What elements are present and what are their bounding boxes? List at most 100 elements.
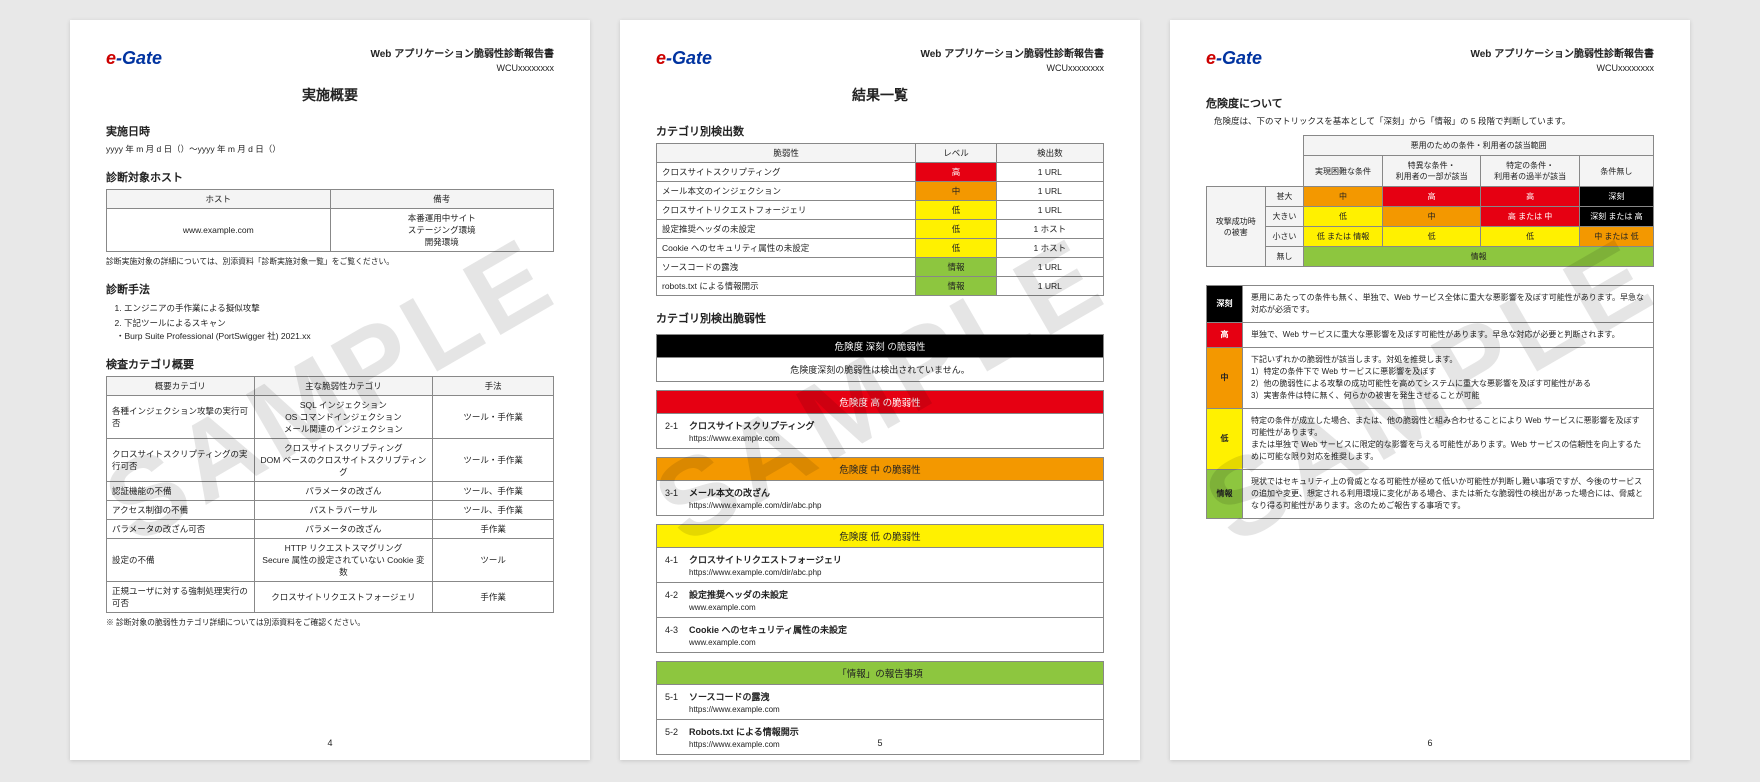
matrix-row-header: 無し bbox=[1265, 247, 1304, 267]
finding-number: 4-2 bbox=[665, 590, 689, 600]
cat-b: パストラバーサル bbox=[254, 501, 433, 520]
document-title: Web アプリケーション脆弱性診断報告書 bbox=[370, 48, 554, 62]
finding-row: 4-1クロスサイトリクエストフォージェリhttps://www.example.… bbox=[656, 548, 1104, 583]
finding-url: www.example.com bbox=[689, 638, 1095, 647]
finding-title: クロスサイトスクリプティング bbox=[689, 421, 814, 431]
level-label: 高 bbox=[1207, 323, 1243, 348]
empty-message: 危険度深刻の脆弱性は検出されていません。 bbox=[656, 358, 1104, 382]
severity-block: 危険度 低 の脆弱性4-1クロスサイトリクエストフォージェリhttps://ww… bbox=[656, 524, 1104, 653]
severity-banner: 危険度 低 の脆弱性 bbox=[656, 524, 1104, 548]
method-tool-list: Burp Suite Professional (PortSwigger 社) … bbox=[106, 330, 554, 342]
doc-title-block: Web アプリケーション脆弱性診断報告書 WCUxxxxxxxx bbox=[370, 48, 554, 75]
cat-b: クロスサイトスクリプティングDOM ベースのクロスサイトスクリプティング bbox=[254, 439, 433, 482]
count-cell: 1 URL bbox=[996, 276, 1103, 295]
table-row: 正規ユーザに対する強制処理実行の可否クロスサイトリクエストフォージェリ手作業 bbox=[107, 582, 554, 613]
table-row: パラメータの改ざん可否パラメータの改ざん手作業 bbox=[107, 520, 554, 539]
cat-b: SQL インジェクションOS コマンドインジェクションメール関連のインジェクショ… bbox=[254, 396, 433, 439]
finding-row: 4-3Cookie へのセキュリティ属性の未設定www.example.com bbox=[656, 618, 1104, 653]
risk-about-text: 危険度は、下のマトリックスを基本として「深刻」から「情報」の 5 段階で判断して… bbox=[1206, 115, 1654, 128]
matrix-cell: 中 bbox=[1304, 187, 1383, 207]
document-id: WCUxxxxxxxx bbox=[1470, 62, 1654, 75]
list-item: 下記ツールによるスキャン bbox=[124, 316, 554, 330]
count-cell: 1 URL bbox=[996, 257, 1103, 276]
cat-b: パラメータの改ざん bbox=[254, 482, 433, 501]
matrix-cell: 低 bbox=[1382, 227, 1481, 247]
logo: e-Gate bbox=[1206, 48, 1262, 69]
matrix-cell: 高 bbox=[1481, 187, 1580, 207]
matrix-cell: 情報 bbox=[1304, 247, 1654, 267]
table-row: 大きい低中高 または 中深刻 または 高 bbox=[1207, 207, 1654, 227]
category-note: ※ 診断対象の脆弱性カテゴリ詳細については別添資料をご確認ください。 bbox=[106, 617, 554, 628]
page-header: e-Gate Web アプリケーション脆弱性診断報告書 WCUxxxxxxxx bbox=[1206, 48, 1654, 75]
page-number: 4 bbox=[327, 738, 332, 748]
impl-date-value: yyyy 年 m 月 d 日（）～yyyy 年 m 月 d 日（） bbox=[106, 143, 554, 156]
document-id: WCUxxxxxxxx bbox=[370, 62, 554, 75]
page-2: SAMPLE e-Gate Web アプリケーション脆弱性診断報告書 WCUxx… bbox=[620, 20, 1140, 760]
table-row: 低特定の条件が成立した場合、または、他の脆弱性と組み合わせることにより Web … bbox=[1207, 409, 1654, 470]
finding-number: 2-1 bbox=[665, 421, 689, 431]
table-row: クロスサイトスクリプティング高1 URL bbox=[657, 162, 1104, 181]
level-cell: 中 bbox=[916, 181, 996, 200]
vuln-cell: 設定推奨ヘッダの未設定 bbox=[657, 219, 916, 238]
table-row: 深刻悪用にあたっての条件も無く、単独で、Web サービス全体に重大な悪影響を及ぼ… bbox=[1207, 286, 1654, 323]
th-cat-c: 手法 bbox=[433, 377, 554, 396]
th-count: 検出数 bbox=[996, 143, 1103, 162]
finding-title: クロスサイトリクエストフォージェリ bbox=[689, 555, 842, 565]
matrix-row-header: 甚大 bbox=[1265, 187, 1304, 207]
matrix-cell: 中 bbox=[1382, 207, 1481, 227]
level-label: 深刻 bbox=[1207, 286, 1243, 323]
matrix-title: 悪用のための条件・利用者の該当範囲 bbox=[1304, 136, 1654, 156]
category-summary-table: 概要カテゴリ 主な脆弱性カテゴリ 手法 各種インジェクション攻撃の実行可否SQL… bbox=[106, 376, 554, 613]
hosts-note: 診断実施対象の詳細については、別添資料「診断実施対象一覧」をご覧ください。 bbox=[106, 256, 554, 267]
catcount-heading: カテゴリ別検出数 bbox=[656, 123, 1104, 139]
finding-title: Robots.txt による情報開示 bbox=[689, 727, 799, 737]
table-row: 小さい低 または 情報低低中 または 低 bbox=[1207, 227, 1654, 247]
matrix-col-header: 特定の条件・利用者の過半が該当 bbox=[1481, 156, 1580, 187]
findings-list: 危険度 深刻 の脆弱性危険度深刻の脆弱性は検出されていません。危険度 高 の脆弱… bbox=[656, 334, 1104, 755]
finding-url: https://www.example.com bbox=[689, 434, 1095, 443]
level-cell: 情報 bbox=[916, 257, 996, 276]
matrix-side-title: 攻撃成功時の被害 bbox=[1207, 187, 1266, 267]
finding-number: 4-1 bbox=[665, 555, 689, 565]
document-title: Web アプリケーション脆弱性診断報告書 bbox=[920, 48, 1104, 62]
matrix-col-header: 実現困難な条件 bbox=[1304, 156, 1383, 187]
logo: e-Gate bbox=[656, 48, 712, 69]
method-tool: Burp Suite Professional (PortSwigger 社) … bbox=[126, 330, 554, 342]
cat-a: パラメータの改ざん可否 bbox=[107, 520, 255, 539]
document-id: WCUxxxxxxxx bbox=[920, 62, 1104, 75]
matrix-col-header: 条件無し bbox=[1579, 156, 1653, 187]
level-description: 特定の条件が成立した場合、または、他の脆弱性と組み合わせることにより Web サ… bbox=[1243, 409, 1654, 470]
table-row: Cookie へのセキュリティ属性の未設定低1 ホスト bbox=[657, 238, 1104, 257]
table-row: 各種インジェクション攻撃の実行可否SQL インジェクションOS コマンドインジェ… bbox=[107, 396, 554, 439]
target-hosts-table: ホスト備考 www.example.com本番運用中サイトステージング環境開発環… bbox=[106, 189, 554, 252]
count-cell: 1 URL bbox=[996, 162, 1103, 181]
matrix-cell: 高 bbox=[1382, 187, 1481, 207]
risk-matrix-table: 悪用のための条件・利用者の該当範囲 実現困難な条件特異な条件・利用者の一部が該当… bbox=[1206, 135, 1654, 267]
severity-block: 危険度 中 の脆弱性3-1メール本文の改ざんhttps://www.exampl… bbox=[656, 457, 1104, 516]
cat-c: 手作業 bbox=[433, 520, 554, 539]
cat-c: ツール、手作業 bbox=[433, 482, 554, 501]
finding-title: Cookie へのセキュリティ属性の未設定 bbox=[689, 625, 847, 635]
table-row: 情報現状ではセキュリティ上の脅威となる可能性が極めて低いか可能性が判断し難い事項… bbox=[1207, 470, 1654, 519]
finding-row: 4-2設定推奨ヘッダの未設定www.example.com bbox=[656, 583, 1104, 618]
findings-heading: カテゴリ別検出脆弱性 bbox=[656, 310, 1104, 326]
count-cell: 1 ホスト bbox=[996, 238, 1103, 257]
table-row: robots.txt による情報開示情報1 URL bbox=[657, 276, 1104, 295]
vuln-cell: ソースコードの露洩 bbox=[657, 257, 916, 276]
th-host: ホスト bbox=[107, 190, 331, 209]
page-3: SAMPLE e-Gate Web アプリケーション脆弱性診断報告書 WCUxx… bbox=[1170, 20, 1690, 760]
vuln-cell: robots.txt による情報開示 bbox=[657, 276, 916, 295]
cat-b: パラメータの改ざん bbox=[254, 520, 433, 539]
level-description: 現状ではセキュリティ上の脅威となる可能性が極めて低いか可能性が判断し難い事項です… bbox=[1243, 470, 1654, 519]
th-cat-a: 概要カテゴリ bbox=[107, 377, 255, 396]
table-row: クロスサイトリクエストフォージェリ低1 URL bbox=[657, 200, 1104, 219]
severity-block: 危険度 深刻 の脆弱性危険度深刻の脆弱性は検出されていません。 bbox=[656, 334, 1104, 382]
method-list: エンジニアの手作業による擬似攻撃下記ツールによるスキャン bbox=[106, 301, 554, 330]
table-row: 高単独で、Web サービスに重大な悪影響を及ぼす可能性があります。早急な対応が必… bbox=[1207, 323, 1654, 348]
target-hosts-heading: 診断対象ホスト bbox=[106, 169, 554, 185]
doc-title-block: Web アプリケーション脆弱性診断報告書 WCUxxxxxxxx bbox=[920, 48, 1104, 75]
severity-block: 危険度 高 の脆弱性2-1クロスサイトスクリプティングhttps://www.e… bbox=[656, 390, 1104, 449]
table-row: アクセス制御の不備パストラバーサルツール、手作業 bbox=[107, 501, 554, 520]
severity-banner: 危険度 深刻 の脆弱性 bbox=[656, 334, 1104, 358]
matrix-cell: 高 または 中 bbox=[1481, 207, 1580, 227]
